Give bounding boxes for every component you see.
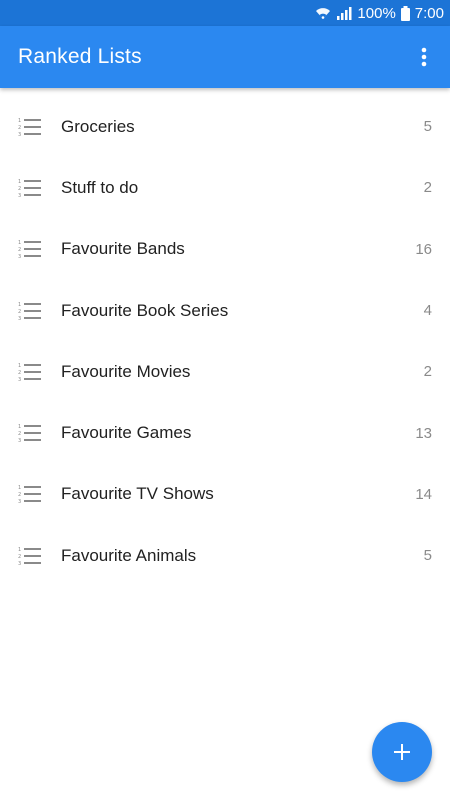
numbered-list-icon: 1 2 3 [18, 485, 41, 504]
list-item-name: Favourite Animals [61, 545, 197, 565]
list-item-count: 16 [415, 240, 432, 258]
svg-text:3: 3 [18, 316, 21, 321]
list-item-name: Favourite Bands [61, 239, 185, 259]
svg-text:1: 1 [18, 240, 21, 246]
list-item-count: 4 [423, 302, 432, 320]
list-item-name: Favourite Book Series [61, 300, 229, 320]
app-title: Ranked Lists [18, 45, 142, 68]
svg-text:3: 3 [18, 377, 21, 382]
svg-text:3: 3 [18, 132, 21, 137]
signal-icon [336, 6, 352, 20]
list-item-count: 14 [415, 485, 432, 503]
battery-percent: 100% [357, 4, 396, 22]
svg-text:2: 2 [18, 309, 21, 315]
list-item[interactable]: 1 2 3 Favourite Games 13 [0, 402, 450, 463]
list-item[interactable]: 1 2 3 Stuff to do 2 [0, 157, 450, 218]
list-item-count: 2 [423, 179, 432, 197]
svg-text:2: 2 [18, 370, 21, 376]
numbered-list-icon: 1 2 3 [18, 302, 41, 321]
svg-text:2: 2 [18, 431, 21, 437]
svg-text:2: 2 [18, 125, 21, 131]
list-item[interactable]: 1 2 3 Groceries 5 [0, 96, 450, 157]
svg-text:1: 1 [18, 424, 21, 430]
list-item-name: Groceries [61, 116, 135, 136]
list-item-name: Favourite TV Shows [61, 484, 214, 504]
svg-text:2: 2 [18, 492, 21, 498]
numbered-list-icon: 1 2 3 [18, 118, 41, 137]
list-item-count: 5 [423, 547, 432, 565]
svg-text:1: 1 [18, 118, 21, 124]
svg-text:2: 2 [18, 554, 21, 560]
add-list-button[interactable] [372, 722, 432, 782]
battery-icon [400, 5, 410, 21]
list-item-name: Favourite Movies [61, 361, 191, 381]
add-icon [394, 744, 410, 760]
more-options-button[interactable] [412, 37, 436, 77]
svg-text:2: 2 [18, 247, 21, 253]
svg-text:1: 1 [18, 485, 21, 491]
svg-text:3: 3 [18, 561, 21, 566]
list-item[interactable]: 1 2 3 Favourite Animals 5 [0, 525, 450, 586]
wifi-icon [315, 6, 331, 20]
app-bar: Ranked Lists [0, 26, 450, 88]
svg-text:3: 3 [18, 438, 21, 443]
list-item-name: Favourite Games [61, 423, 192, 443]
svg-text:1: 1 [18, 363, 21, 369]
status-bar: 100% 7:00 [0, 0, 450, 26]
svg-text:1: 1 [18, 179, 21, 185]
list-item-name: Stuff to do [61, 177, 139, 197]
list-item[interactable]: 1 2 3 Favourite Movies 2 [0, 341, 450, 402]
numbered-list-icon: 1 2 3 [18, 363, 41, 382]
svg-text:1: 1 [18, 547, 21, 553]
list-item-count: 2 [423, 363, 432, 381]
numbered-list-icon: 1 2 3 [18, 179, 41, 198]
svg-text:3: 3 [18, 193, 21, 198]
svg-text:1: 1 [18, 302, 21, 308]
more-vert-icon [421, 47, 427, 67]
numbered-list-icon: 1 2 3 [18, 547, 41, 566]
list-item[interactable]: 1 2 3 Favourite TV Shows 14 [0, 464, 450, 525]
svg-text:3: 3 [18, 254, 21, 259]
list-item-count: 13 [415, 424, 432, 442]
clock: 7:00 [414, 4, 444, 22]
svg-text:2: 2 [18, 186, 21, 192]
list-item-count: 5 [423, 118, 432, 136]
list-item[interactable]: 1 2 3 Favourite Bands 16 [0, 219, 450, 280]
numbered-list-icon: 1 2 3 [18, 240, 41, 259]
ranked-lists: 1 2 3 Groceries 5 1 2 3 Stuff to do 2 1 … [0, 96, 450, 586]
list-item[interactable]: 1 2 3 Favourite Book Series 4 [0, 280, 450, 341]
svg-text:3: 3 [18, 499, 21, 504]
numbered-list-icon: 1 2 3 [18, 424, 41, 443]
